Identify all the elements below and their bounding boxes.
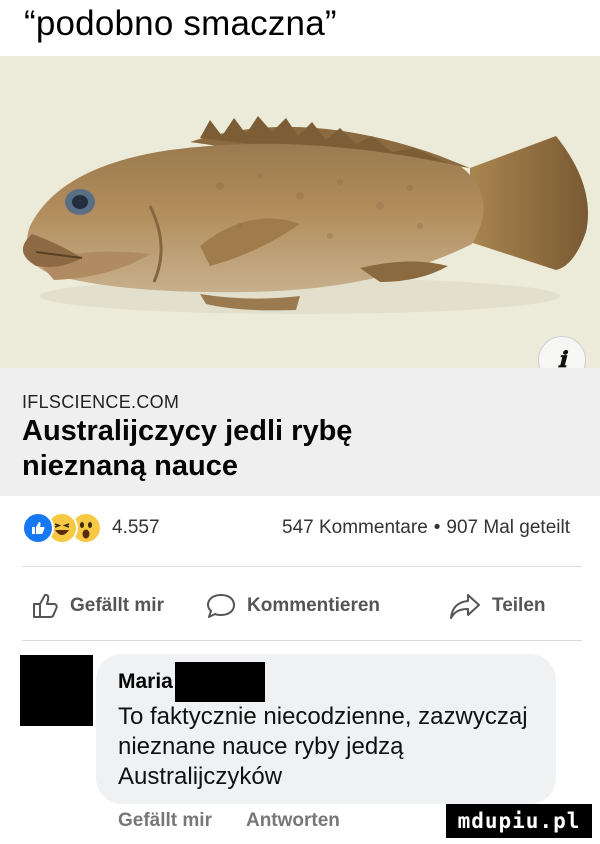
thumbs-up-icon	[33, 593, 58, 618]
share-arrow-icon	[450, 594, 480, 619]
like-button[interactable]: Gefällt mir	[30, 584, 164, 628]
author-name-redaction	[174, 662, 265, 702]
post-stats: 547 Kommentare • 907 Mal geteilt	[282, 517, 570, 539]
comment-button-label: Kommentieren	[247, 595, 381, 616]
reaction-summary[interactable]: 4.557	[22, 508, 160, 548]
like-button-label: Gefällt mir	[70, 595, 164, 616]
link-domain: IFLSCIENCE.COM	[22, 392, 180, 412]
comment-reply-link[interactable]: Antworten	[246, 810, 340, 832]
divider	[22, 566, 582, 567]
shares-count[interactable]: 907 Mal geteilt	[446, 517, 570, 539]
share-button[interactable]: Teilen	[448, 584, 546, 628]
reaction-count[interactable]: 4.557	[112, 517, 160, 539]
commenter-avatar-redacted[interactable]	[20, 655, 93, 726]
comment-bubble-icon	[207, 594, 235, 618]
comment-actions: Gefällt mir Antworten	[118, 810, 340, 832]
comments-count[interactable]: 547 Kommentare	[282, 517, 428, 539]
stats-separator: •	[433, 517, 441, 538]
divider	[22, 640, 582, 641]
like-icon	[22, 512, 54, 544]
post-caption: “podobno smaczna”	[24, 4, 337, 43]
link-meta[interactable]: IFLSCIENCE.COM Australijczycy jedli rybę…	[0, 368, 600, 496]
fish-illustration	[22, 116, 588, 314]
comment-author[interactable]: Maria	[118, 670, 173, 694]
link-title[interactable]: Australijczycy jedli rybę nieznaną nauce	[22, 414, 442, 484]
share-button-label: Teilen	[492, 595, 546, 616]
link-preview-image[interactable]: ℹ	[0, 56, 600, 368]
comment-like-link[interactable]: Gefällt mir	[118, 810, 212, 832]
site-watermark: mdupiu.pl	[446, 804, 592, 838]
comment-text: To faktycznie niecodzienne, zazwyczaj ni…	[118, 703, 528, 790]
comment-button[interactable]: Kommentieren	[205, 584, 380, 628]
link-preview-card[interactable]: ℹ IFLSCIENCE.COM Australijczycy jedli ry…	[0, 56, 600, 496]
comment-author-row: Maria	[118, 662, 265, 702]
